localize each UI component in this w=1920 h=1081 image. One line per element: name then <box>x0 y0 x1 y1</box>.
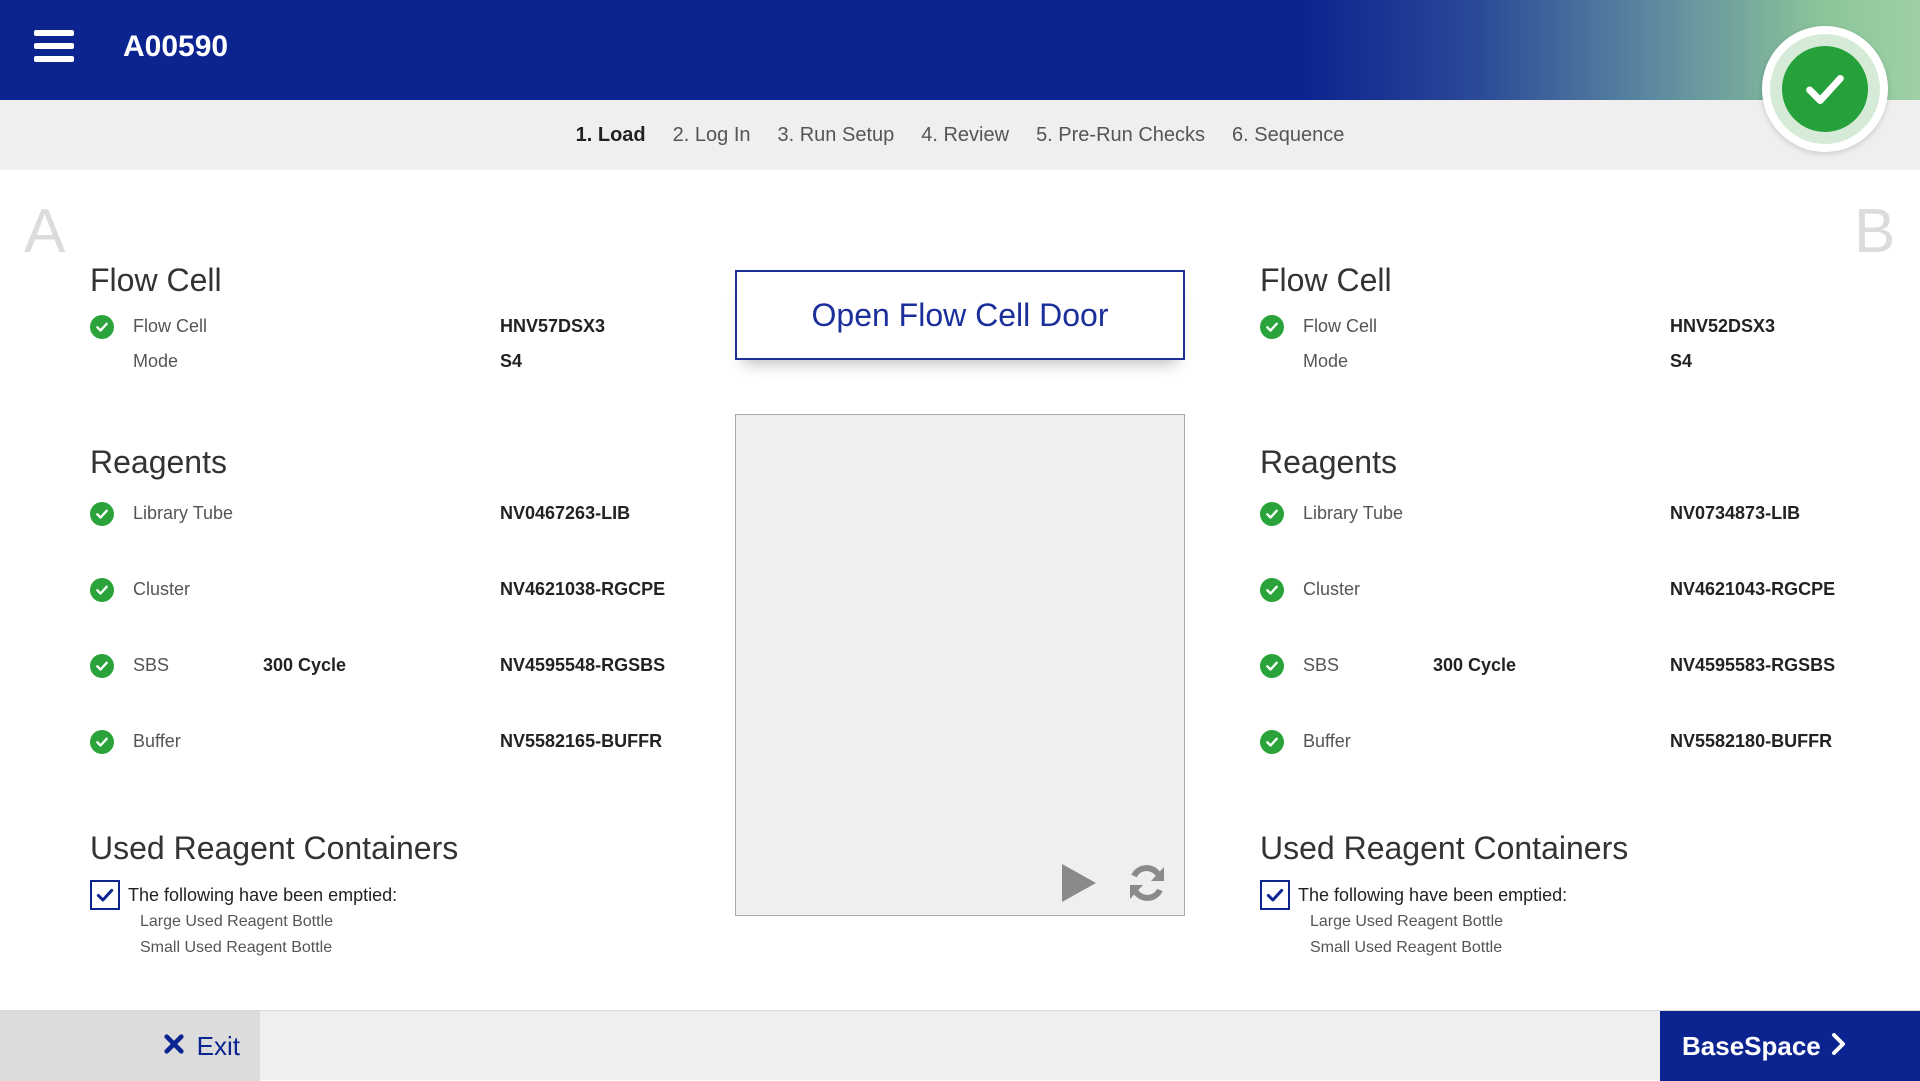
workflow-steps: 1. Load 2. Log In 3. Run Setup 4. Review… <box>0 100 1920 170</box>
open-flow-cell-door-button[interactable]: Open Flow Cell Door <box>735 270 1185 360</box>
reagent-row: Cluster NV4621043-RGCPE <box>1260 575 1880 605</box>
step-load: 1. Load <box>575 123 646 146</box>
reagent-value: NV0734873-LIB <box>1670 503 1801 523</box>
chevron-right-icon <box>1831 1032 1847 1060</box>
reagent-label: Buffer <box>133 731 181 751</box>
check-circle-icon <box>90 578 114 602</box>
reagent-row: Buffer NV5582165-BUFFR <box>90 727 710 757</box>
check-circle-icon <box>90 502 114 526</box>
reagent-label: Library Tube <box>133 503 234 523</box>
step-review: 4. Review <box>921 123 1010 146</box>
check-circle-icon <box>1260 578 1284 602</box>
used-containers-title: Used Reagent Containers <box>90 830 459 866</box>
basespace-label: BaseSpace <box>1682 1030 1821 1061</box>
flow-cell-label: Flow Cell <box>1303 316 1378 336</box>
mode-row: Mode S4 <box>1260 347 1880 377</box>
exit-label: Exit <box>196 1030 240 1061</box>
hamburger-menu-icon[interactable] <box>34 30 74 66</box>
reagent-row: Library Tube NV0734873-LIB <box>1260 499 1880 529</box>
flow-cell-title: Flow Cell <box>1260 262 1392 298</box>
reagent-value: NV4621043-RGCPE <box>1670 579 1836 599</box>
check-circle-icon <box>90 315 114 339</box>
video-panel <box>735 414 1185 916</box>
check-circle-icon <box>1260 730 1284 754</box>
check-circle-icon <box>1260 502 1284 526</box>
reagent-row: SBS 300 Cycle NV4595548-RGSBS <box>90 651 710 681</box>
flow-cell-title: Flow Cell <box>90 262 222 298</box>
reagents-title: Reagents <box>90 444 227 480</box>
check-circle-icon <box>1260 654 1284 678</box>
reagents-title: Reagents <box>1260 444 1397 480</box>
step-log-in: 2. Log In <box>672 123 751 146</box>
emptied-item: Large Used Reagent Bottle <box>140 913 334 930</box>
step-sequence: 6. Sequence <box>1232 123 1345 146</box>
reagent-value: NV4595548-RGSBS <box>500 655 666 675</box>
flow-cell-value: HNV52DSX3 <box>1670 316 1776 336</box>
flow-cell-row: Flow Cell HNV52DSX3 <box>1260 312 1880 342</box>
reagent-row: SBS 300 Cycle NV4595583-RGSBS <box>1260 651 1880 681</box>
reagent-row: Cluster NV4621038-RGCPE <box>90 575 710 605</box>
reagent-label: Cluster <box>133 579 191 599</box>
side-a-letter: A <box>24 197 66 266</box>
emptied-item: Large Used Reagent Bottle <box>1310 913 1504 930</box>
reagent-row: Buffer NV5582180-BUFFR <box>1260 727 1880 757</box>
footer-bar: Exit BaseSpace <box>0 1010 1920 1081</box>
side-b-letter: B <box>1854 197 1896 266</box>
reagent-value: NV5582180-BUFFR <box>1670 731 1833 751</box>
emptied-checkbox[interactable] <box>90 880 120 910</box>
reagent-value: NV5582165-BUFFR <box>500 731 663 751</box>
reagent-label: SBS <box>1303 655 1340 675</box>
reagent-value: NV4595583-RGSBS <box>1670 655 1836 675</box>
mode-value: S4 <box>500 351 523 371</box>
emptied-item: Small Used Reagent Bottle <box>1310 939 1503 956</box>
step-pre-run-checks: 5. Pre-Run Checks <box>1036 123 1206 146</box>
check-circle-icon <box>90 730 114 754</box>
reagent-value: NV0467263-LIB <box>500 503 631 523</box>
mode-value: S4 <box>1670 351 1693 371</box>
refresh-icon[interactable] <box>1125 861 1169 905</box>
top-header: A00590 <box>0 0 1920 100</box>
exit-button[interactable]: Exit <box>0 1011 260 1081</box>
used-containers-title: Used Reagent Containers <box>1260 830 1629 866</box>
reagent-row: Library Tube NV0467263-LIB <box>90 499 710 529</box>
check-circle-icon <box>90 654 114 678</box>
check-icon <box>1782 46 1868 132</box>
reagent-value: NV4621038-RGCPE <box>500 579 666 599</box>
side-a-panel: Flow Cell Flow Cell HNV57DSX3 Mode S4 Re… <box>90 262 710 982</box>
mode-label: Mode <box>1303 351 1349 371</box>
emptied-label: The following have been emptied: <box>128 885 398 905</box>
flow-cell-label: Flow Cell <box>133 316 208 336</box>
reagent-label: Buffer <box>1303 731 1351 751</box>
reagent-detail: 300 Cycle <box>263 655 347 675</box>
instrument-id: A00590 <box>123 30 229 63</box>
run-status-indicator <box>1762 26 1888 152</box>
reagent-label: Cluster <box>1303 579 1361 599</box>
close-icon <box>163 1033 185 1060</box>
flow-cell-row: Flow Cell HNV57DSX3 <box>90 312 710 342</box>
check-circle-icon <box>1260 315 1284 339</box>
reagent-label: SBS <box>133 655 170 675</box>
emptied-item: Small Used Reagent Bottle <box>140 939 333 956</box>
flow-cell-value: HNV57DSX3 <box>500 316 606 336</box>
reagent-label: Library Tube <box>1303 503 1404 523</box>
mode-row: Mode S4 <box>90 347 710 377</box>
emptied-confirmation: The following have been emptied: <box>1260 880 1880 910</box>
reagent-detail: 300 Cycle <box>1433 655 1517 675</box>
side-b-panel: Flow Cell Flow Cell HNV52DSX3 Mode S4 Re… <box>1260 262 1880 982</box>
mode-label: Mode <box>133 351 179 371</box>
emptied-checkbox[interactable] <box>1260 880 1290 910</box>
emptied-label: The following have been emptied: <box>1298 885 1568 905</box>
play-icon[interactable] <box>1056 861 1100 905</box>
step-run-setup: 3. Run Setup <box>777 123 895 146</box>
emptied-confirmation: The following have been emptied: <box>90 880 710 910</box>
basespace-button[interactable]: BaseSpace <box>1660 1011 1920 1081</box>
